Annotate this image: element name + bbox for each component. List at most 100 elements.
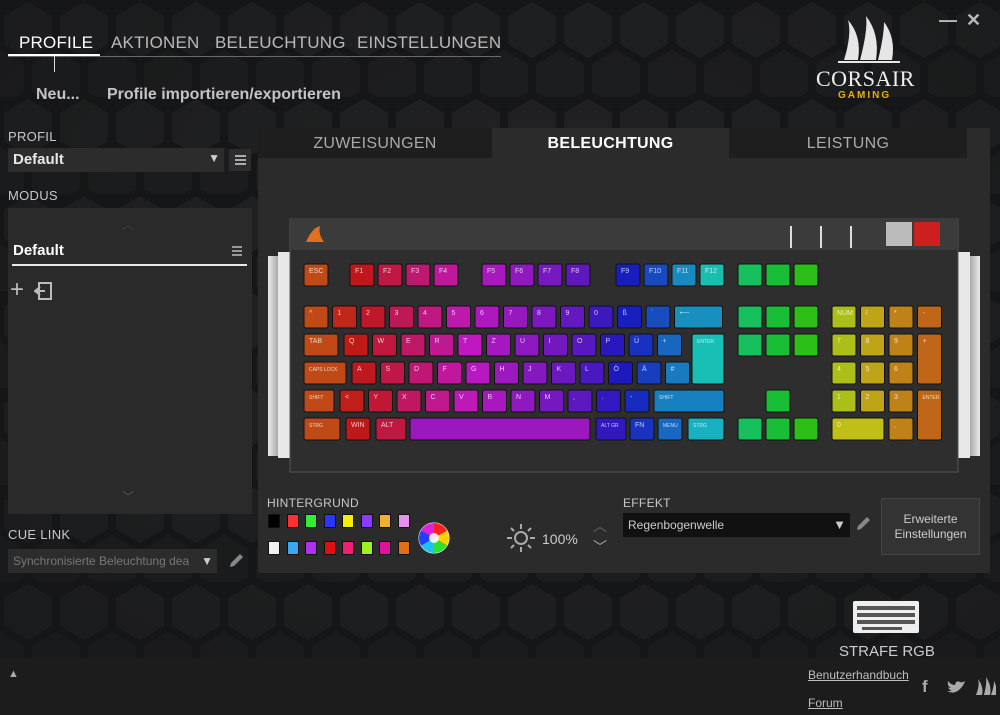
key[interactable] bbox=[831, 333, 857, 357]
key[interactable] bbox=[831, 389, 857, 413]
key[interactable] bbox=[888, 361, 914, 385]
tab-profile[interactable]: PROFILE bbox=[19, 33, 93, 53]
mode-item-default[interactable]: Default bbox=[13, 242, 64, 259]
close-button[interactable]: ✕ bbox=[966, 10, 981, 31]
key[interactable] bbox=[888, 333, 914, 357]
key[interactable] bbox=[628, 333, 654, 357]
manual-link[interactable]: Benutzerhandbuch bbox=[808, 668, 909, 682]
key[interactable] bbox=[665, 361, 690, 385]
key[interactable] bbox=[765, 305, 791, 329]
color-swatch[interactable] bbox=[268, 541, 280, 555]
color-swatch[interactable] bbox=[268, 514, 280, 528]
mode-item-menu-icon[interactable] bbox=[232, 246, 242, 256]
key[interactable] bbox=[917, 305, 942, 329]
color-swatch[interactable] bbox=[397, 514, 410, 528]
import-mode-icon[interactable] bbox=[34, 282, 52, 300]
color-swatch[interactable] bbox=[305, 514, 317, 528]
minimize-button[interactable]: — bbox=[939, 10, 957, 31]
key[interactable] bbox=[624, 389, 650, 413]
key[interactable] bbox=[368, 389, 393, 413]
key[interactable] bbox=[494, 361, 519, 385]
key[interactable] bbox=[645, 305, 671, 329]
key[interactable] bbox=[588, 305, 614, 329]
color-swatch[interactable] bbox=[342, 541, 354, 555]
key[interactable] bbox=[425, 389, 450, 413]
color-swatch[interactable] bbox=[342, 514, 354, 528]
key[interactable] bbox=[596, 389, 621, 413]
color-swatch[interactable] bbox=[379, 541, 391, 555]
advanced-settings-button[interactable]: Erweiterte Einstellungen bbox=[881, 498, 980, 555]
key[interactable] bbox=[372, 333, 397, 357]
key[interactable] bbox=[360, 305, 386, 329]
tab-lighting-sub[interactable]: BELEUCHTUNG bbox=[492, 128, 729, 158]
key[interactable] bbox=[765, 417, 791, 441]
key[interactable] bbox=[600, 333, 625, 357]
key[interactable] bbox=[543, 333, 568, 357]
tab-lighting[interactable]: BELEUCHTUNG bbox=[215, 33, 346, 53]
effect-dropdown[interactable]: Regenbogenwelle ▼ bbox=[623, 513, 850, 537]
new-profile-link[interactable]: Neu... bbox=[36, 86, 80, 104]
import-export-link[interactable]: Profile importieren/exportieren bbox=[107, 86, 341, 104]
key[interactable] bbox=[343, 333, 369, 357]
key[interactable] bbox=[567, 389, 593, 413]
key[interactable] bbox=[737, 305, 763, 329]
key[interactable] bbox=[793, 333, 819, 357]
key[interactable] bbox=[860, 333, 885, 357]
color-swatch[interactable] bbox=[286, 514, 299, 528]
key[interactable] bbox=[860, 361, 885, 385]
tab-assignments[interactable]: ZUWEISUNGEN bbox=[258, 128, 492, 158]
key[interactable] bbox=[888, 389, 914, 413]
add-mode-icon[interactable]: + bbox=[10, 278, 24, 302]
forum-link[interactable]: Forum bbox=[808, 696, 843, 710]
key[interactable] bbox=[608, 361, 633, 385]
key[interactable] bbox=[551, 361, 576, 385]
tab-settings[interactable]: EINSTELLUNGEN bbox=[357, 33, 501, 53]
key[interactable] bbox=[860, 389, 885, 413]
facebook-icon[interactable]: f bbox=[922, 677, 928, 697]
expand-panel-icon[interactable]: ▲ bbox=[8, 668, 19, 680]
edit-pencil-icon[interactable] bbox=[227, 552, 245, 570]
key[interactable] bbox=[303, 361, 347, 385]
scroll-down-icon[interactable]: ﹀ bbox=[122, 488, 134, 505]
key[interactable] bbox=[408, 361, 434, 385]
key[interactable] bbox=[351, 361, 377, 385]
key[interactable] bbox=[653, 389, 725, 413]
key[interactable] bbox=[453, 389, 479, 413]
cue-link-dropdown[interactable]: Synchronisierte Beleuchtung dea ▼ bbox=[8, 549, 217, 573]
color-swatch[interactable] bbox=[286, 541, 299, 555]
brightness-up-icon[interactable]: ︿ bbox=[593, 516, 607, 536]
key[interactable] bbox=[793, 263, 819, 287]
key[interactable] bbox=[917, 333, 942, 385]
color-swatch[interactable] bbox=[360, 541, 373, 555]
brightness-down-icon[interactable]: ﹀ bbox=[593, 537, 607, 557]
key[interactable] bbox=[737, 263, 763, 287]
key[interactable] bbox=[417, 305, 443, 329]
key[interactable] bbox=[303, 389, 335, 413]
key[interactable] bbox=[831, 361, 857, 385]
keyboard-preview[interactable]: ESC F1 F2 F3 F4 F5 F6 F7 F8 F9 F10 F11 F12^ 1 2 3 4 5 6 7 8 9… bbox=[268, 218, 980, 474]
key[interactable] bbox=[571, 333, 597, 357]
key[interactable] bbox=[617, 305, 642, 329]
key[interactable] bbox=[793, 305, 819, 329]
key[interactable] bbox=[888, 417, 914, 441]
key[interactable] bbox=[860, 305, 885, 329]
key[interactable] bbox=[793, 417, 819, 441]
keyboard-device-icon[interactable] bbox=[852, 600, 920, 634]
key[interactable] bbox=[560, 305, 585, 329]
key[interactable] bbox=[514, 333, 540, 357]
key[interactable] bbox=[579, 361, 605, 385]
tab-actions[interactable]: AKTIONEN bbox=[111, 33, 200, 53]
corsair-logo-icon[interactable] bbox=[974, 677, 996, 697]
color-swatch[interactable] bbox=[379, 514, 391, 528]
key[interactable] bbox=[539, 389, 564, 413]
key[interactable] bbox=[737, 417, 763, 441]
color-swatch[interactable] bbox=[360, 514, 373, 528]
key[interactable] bbox=[303, 417, 341, 441]
key[interactable] bbox=[396, 389, 422, 413]
edit-effect-icon[interactable] bbox=[854, 515, 872, 533]
key[interactable] bbox=[636, 361, 662, 385]
key[interactable] bbox=[765, 389, 791, 413]
key[interactable] bbox=[595, 417, 627, 441]
color-wheel-icon[interactable] bbox=[418, 522, 450, 554]
key[interactable] bbox=[765, 333, 791, 357]
